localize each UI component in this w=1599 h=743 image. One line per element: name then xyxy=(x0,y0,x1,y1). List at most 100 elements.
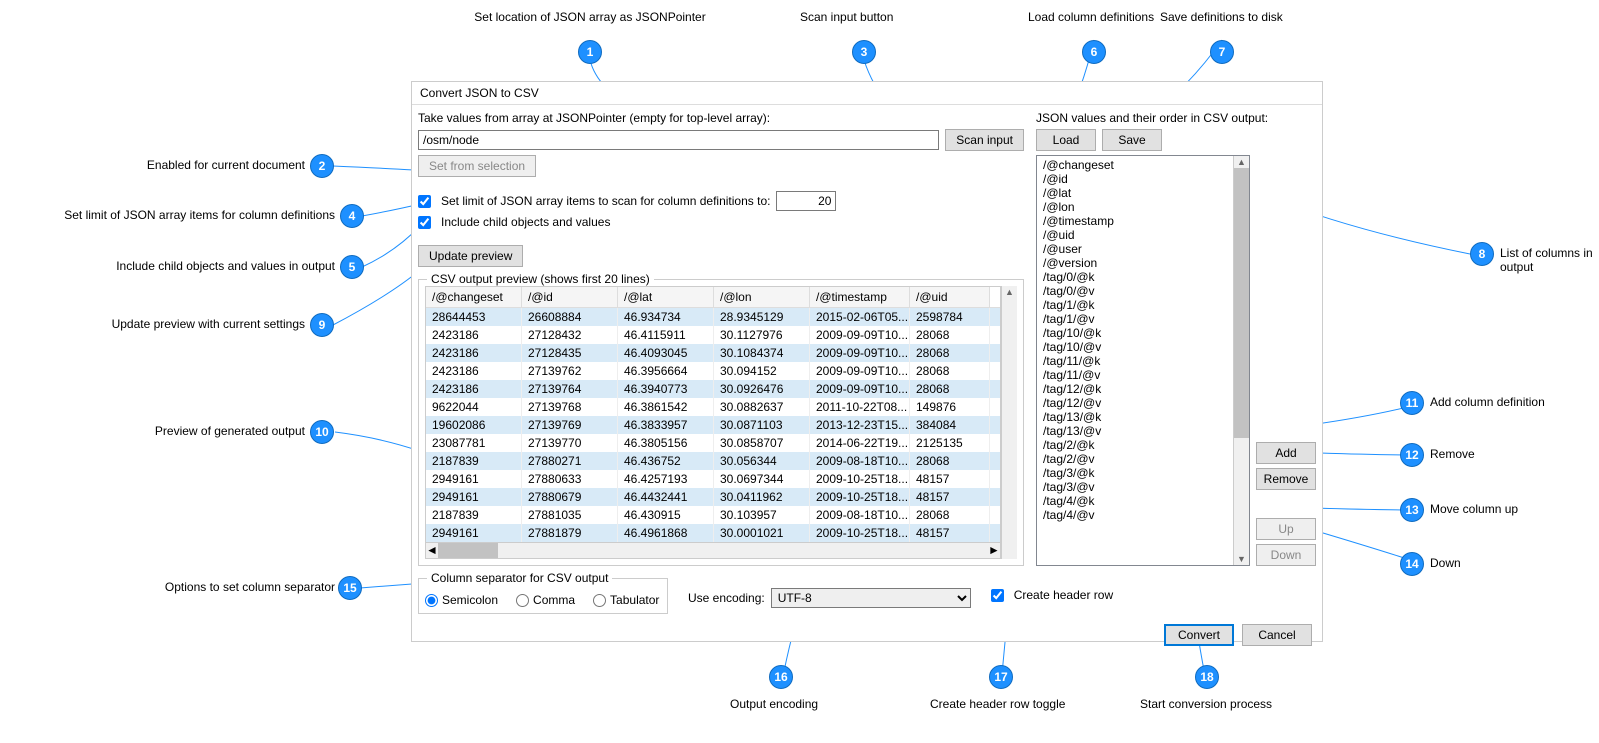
col-header[interactable]: /@lon xyxy=(714,287,810,307)
callout-label-4: Set limit of JSON array items for column… xyxy=(50,208,335,222)
list-item[interactable]: /@timestamp xyxy=(1039,214,1231,228)
separator-group-title: Column separator for CSV output xyxy=(427,571,612,585)
col-header[interactable]: /@lat xyxy=(618,287,714,307)
table-row[interactable]: 24231862713976446.394077330.09264762009-… xyxy=(426,380,1000,398)
list-item[interactable]: /tag/10/@k xyxy=(1039,326,1231,340)
preview-vscrollbar[interactable]: ▲ xyxy=(1001,286,1017,559)
add-button[interactable]: Add xyxy=(1256,442,1316,464)
update-preview-button[interactable]: Update preview xyxy=(418,245,523,267)
list-item[interactable]: /tag/11/@v xyxy=(1039,368,1231,382)
preview-table-body: 286444532660888446.93473428.93451292015-… xyxy=(426,308,1000,542)
columns-label: JSON values and their order in CSV outpu… xyxy=(1036,111,1316,125)
create-header-label: Create header row xyxy=(1014,588,1113,602)
include-children-checkbox[interactable] xyxy=(418,216,431,229)
callout-bubble-4: 4 xyxy=(340,204,364,228)
create-header-checkbox[interactable] xyxy=(991,589,1004,602)
separator-comma[interactable]: Comma xyxy=(516,593,575,607)
list-item[interactable]: /@changeset xyxy=(1039,158,1231,172)
list-item[interactable]: /tag/13/@v xyxy=(1039,424,1231,438)
table-row[interactable]: 230877812713977046.380515630.08587072014… xyxy=(426,434,1000,452)
col-header[interactable]: /@id xyxy=(522,287,618,307)
list-item[interactable]: /@uid xyxy=(1039,228,1231,242)
load-button[interactable]: Load xyxy=(1036,129,1096,151)
list-item[interactable]: /@user xyxy=(1039,242,1231,256)
callout-label-6: Load column definitions xyxy=(1028,10,1154,24)
list-item[interactable]: /@version xyxy=(1039,256,1231,270)
table-row[interactable]: 29491612788067946.443244130.04119622009-… xyxy=(426,488,1000,506)
list-item[interactable]: /tag/1/@k xyxy=(1039,298,1231,312)
convert-button[interactable]: Convert xyxy=(1164,624,1234,646)
preview-group-title: CSV output preview (shows first 20 lines… xyxy=(427,272,654,286)
callout-bubble-11: 11 xyxy=(1400,391,1424,415)
callout-bubble-2: 2 xyxy=(310,154,334,178)
encoding-select[interactable]: UTF-8 xyxy=(771,588,971,608)
encoding-label: Use encoding: xyxy=(688,591,765,605)
list-item[interactable]: /tag/12/@k xyxy=(1039,382,1231,396)
columns-list[interactable]: /@changeset/@id/@lat/@lon/@timestamp/@ui… xyxy=(1037,156,1233,565)
callout-bubble-14: 14 xyxy=(1400,552,1424,576)
list-item[interactable]: /tag/3/@v xyxy=(1039,480,1231,494)
callout-label-3: Scan input button xyxy=(800,10,893,24)
list-item[interactable]: /tag/4/@v xyxy=(1039,508,1231,522)
table-row[interactable]: 286444532660888446.93473428.93451292015-… xyxy=(426,308,1000,326)
list-item[interactable]: /tag/11/@k xyxy=(1039,354,1231,368)
col-header[interactable]: /@uid xyxy=(910,287,990,307)
table-row[interactable]: 21878392788027146.43675230.0563442009-08… xyxy=(426,452,1000,470)
callout-bubble-18: 18 xyxy=(1195,665,1219,689)
list-item[interactable]: /tag/12/@v xyxy=(1039,396,1231,410)
list-item[interactable]: /tag/2/@k xyxy=(1039,438,1231,452)
table-row[interactable]: 29491612788187946.496186830.00010212009-… xyxy=(426,524,1000,542)
pointer-label: Take values from array at JSONPointer (e… xyxy=(418,111,1024,125)
preview-table-header: /@changeset/@id/@lat/@lon/@timestamp/@ui… xyxy=(426,287,1000,308)
list-item[interactable]: /tag/2/@v xyxy=(1039,452,1231,466)
cancel-button[interactable]: Cancel xyxy=(1242,624,1312,646)
limit-value-input[interactable] xyxy=(776,191,836,211)
callout-label-16: Output encoding xyxy=(730,697,818,711)
list-item[interactable]: /tag/3/@k xyxy=(1039,466,1231,480)
table-row[interactable]: 21878392788103546.43091530.1039572009-08… xyxy=(426,506,1000,524)
col-header[interactable]: /@changeset xyxy=(426,287,522,307)
list-item[interactable]: /tag/0/@v xyxy=(1039,284,1231,298)
list-item[interactable]: /tag/4/@k xyxy=(1039,494,1231,508)
preview-hscrollbar[interactable]: ◄ ► xyxy=(426,542,1000,558)
callout-bubble-10: 10 xyxy=(310,420,334,444)
callout-bubble-7: 7 xyxy=(1210,40,1234,64)
callout-label-12: Remove xyxy=(1430,447,1475,461)
callout-bubble-1: 1 xyxy=(578,40,602,64)
list-item[interactable]: /tag/13/@k xyxy=(1039,410,1231,424)
list-item[interactable]: /tag/10/@v xyxy=(1039,340,1231,354)
callout-bubble-3: 3 xyxy=(852,40,876,64)
limit-checkbox[interactable] xyxy=(418,195,431,208)
table-row[interactable]: 96220442713976846.386154230.08826372011-… xyxy=(426,398,1000,416)
separator-tab[interactable]: Tabulator xyxy=(593,593,659,607)
save-button[interactable]: Save xyxy=(1102,129,1162,151)
callout-label-5: Include child objects and values in outp… xyxy=(75,259,335,273)
down-button: Down xyxy=(1256,544,1316,566)
callout-bubble-12: 12 xyxy=(1400,443,1424,467)
callout-bubble-13: 13 xyxy=(1400,498,1424,522)
list-item[interactable]: /@lon xyxy=(1039,200,1231,214)
list-item[interactable]: /@id xyxy=(1039,172,1231,186)
dialog-window: Convert JSON to CSV Take values from arr… xyxy=(411,81,1323,642)
col-header[interactable]: /@timestamp xyxy=(810,287,910,307)
callout-bubble-16: 16 xyxy=(769,665,793,689)
up-button: Up xyxy=(1256,518,1316,540)
table-row[interactable]: 24231862712843246.411591130.11279762009-… xyxy=(426,326,1000,344)
callout-label-14: Down xyxy=(1430,556,1461,570)
include-children-label: Include child objects and values xyxy=(441,215,610,229)
list-item[interactable]: /@lat xyxy=(1039,186,1231,200)
callout-label-17: Create header row toggle xyxy=(930,697,1065,711)
dialog-title: Convert JSON to CSV xyxy=(412,82,1322,105)
table-row[interactable]: 196020862713976946.383395730.08711032013… xyxy=(426,416,1000,434)
separator-semicolon[interactable]: Semicolon xyxy=(425,593,498,607)
list-item[interactable]: /tag/1/@v xyxy=(1039,312,1231,326)
scan-input-button[interactable]: Scan input xyxy=(945,129,1024,151)
list-item[interactable]: /tag/0/@k xyxy=(1039,270,1231,284)
callout-bubble-5: 5 xyxy=(340,255,364,279)
table-row[interactable]: 29491612788063346.425719330.06973442009-… xyxy=(426,470,1000,488)
jsonpointer-input[interactable] xyxy=(418,130,939,150)
columns-vscrollbar[interactable]: ▲ ▼ xyxy=(1233,156,1249,565)
table-row[interactable]: 24231862713976246.395666430.0941522009-0… xyxy=(426,362,1000,380)
remove-button[interactable]: Remove xyxy=(1256,468,1316,490)
table-row[interactable]: 24231862712843546.409304530.10843742009-… xyxy=(426,344,1000,362)
